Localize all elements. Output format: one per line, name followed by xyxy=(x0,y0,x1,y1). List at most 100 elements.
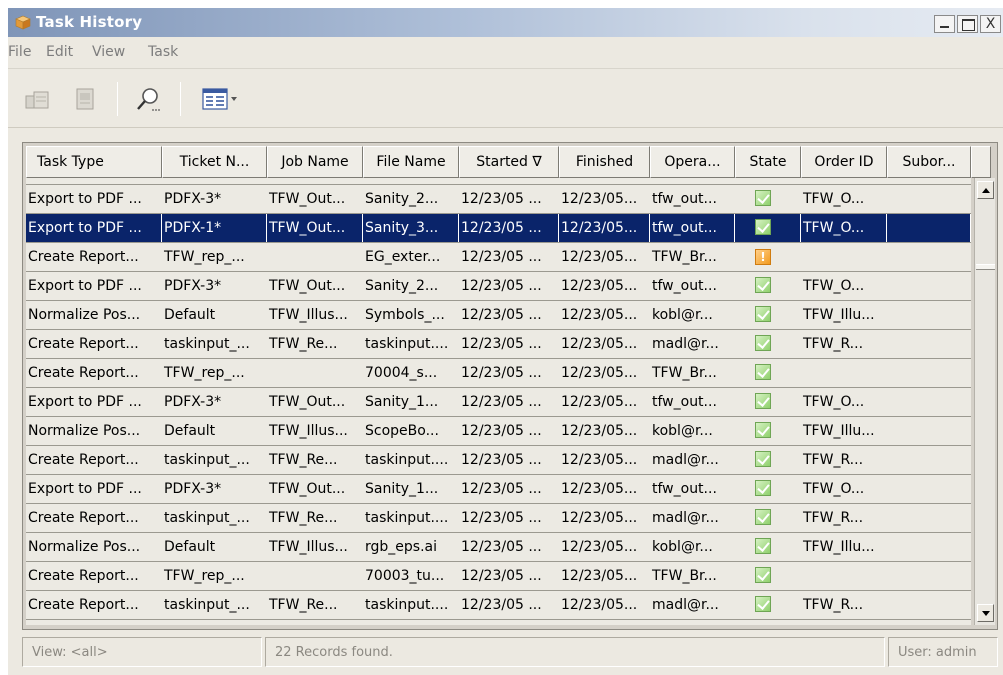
cell-subordinate xyxy=(887,330,971,358)
cell-state xyxy=(735,185,801,213)
cell-started: 12/23/05 ... xyxy=(461,249,542,265)
cell-task-type: Normalize Pos... xyxy=(28,307,141,323)
table-row[interactable]: Normalize Pos... Default TFW_Illus... Symbo… xyxy=(26,301,971,330)
cell-started: 12/23/05 ... xyxy=(461,597,542,613)
cell-job-name: TFW_Illus... xyxy=(267,620,363,625)
cell-ticket-name: Default xyxy=(164,423,216,439)
cell-state xyxy=(735,475,801,503)
table-row[interactable]: Normalize Pos... Default TFW_Illus... Scope… xyxy=(26,417,971,446)
menu-edit[interactable]: Edit xyxy=(46,44,73,60)
cell-order-id: TFW_O... xyxy=(801,214,887,242)
status-record-count: 22 Records found. xyxy=(265,637,885,667)
state-warning-icon: ! xyxy=(755,249,771,265)
cell-started: 12/23/05 ... xyxy=(461,307,542,323)
cell-operator: tfw_out... xyxy=(652,191,717,207)
find-icon[interactable] xyxy=(133,84,163,114)
cell-operator: tfw_out... xyxy=(650,214,735,242)
table-row[interactable]: Create Report... taskinput_... TFW_Re... ta… xyxy=(26,504,971,533)
scroll-up-arrow-icon[interactable] xyxy=(977,181,994,199)
cell-state xyxy=(735,301,801,329)
cell-ticket-name: taskinput_... xyxy=(164,510,250,526)
report-icon[interactable] xyxy=(70,84,100,114)
menu-file[interactable]: File xyxy=(8,44,31,60)
cell-subordinate xyxy=(887,301,971,329)
table-row[interactable]: Create Report... TFW_rep_... EG_exter... 12… xyxy=(26,243,971,272)
cell-subordinate xyxy=(887,446,971,474)
cell-subordinate xyxy=(887,243,971,271)
table-row[interactable]: Normalize Pos...DefaultTFW_Illus...Opaci… xyxy=(26,620,971,625)
cell-file-name: Sanity_2... xyxy=(365,191,439,207)
menu-task[interactable]: Task xyxy=(148,44,178,60)
column-header-subordinate[interactable]: Subor... xyxy=(887,146,971,178)
cell-state: ! xyxy=(735,243,801,271)
table-row[interactable]: Normalize Pos... Default TFW_Illus... rgb_e… xyxy=(26,533,971,562)
column-header-finished[interactable]: Finished xyxy=(559,146,650,178)
column-header-operator[interactable]: Opera... xyxy=(650,146,735,178)
window-title: Task History xyxy=(36,13,143,31)
minimize-button[interactable] xyxy=(934,15,955,33)
cell-operator: kobl@r... xyxy=(650,620,735,625)
cell-task-type: Create Report... xyxy=(28,452,139,468)
cell-task-type: Create Report... xyxy=(28,597,139,613)
cell-subordinate xyxy=(887,533,971,561)
cell-file-name: taskinput.... xyxy=(365,452,449,468)
table-row[interactable]: Export to PDF ... PDFX-3* TFW_Out... Sanity… xyxy=(26,475,971,504)
column-layout-icon[interactable] xyxy=(200,84,246,114)
cell-order-id xyxy=(801,562,887,590)
column-header-job-name[interactable]: Job Name xyxy=(267,146,363,178)
table-row[interactable]: Export to PDF ... PDFX-3* TFW_Out... Sanity… xyxy=(26,272,971,301)
table-row[interactable]: Create Report... taskinput_... TFW_Re... ta… xyxy=(26,446,971,475)
state-ok-icon xyxy=(755,335,771,351)
state-ok-icon xyxy=(755,509,771,525)
cell-state xyxy=(735,417,801,445)
table-row[interactable]: Export to PDF ... PDFX-3* TFW_Out... Sanity… xyxy=(26,185,971,214)
cell-started: 12/23/05 ... xyxy=(461,423,542,439)
table-row[interactable]: Export to PDF ... PDFX-1* TFW_Out... Sanity… xyxy=(26,214,971,243)
table-row[interactable]: Create Report... TFW_rep_... 70003_tu... 12… xyxy=(26,562,971,591)
cell-operator: TFW_Br... xyxy=(652,249,717,265)
column-header-ticket-name[interactable]: Ticket N... xyxy=(162,146,267,178)
column-header-state[interactable]: State xyxy=(735,146,801,178)
export-icon[interactable] xyxy=(22,84,52,114)
status-user: User: admin xyxy=(888,637,998,667)
cell-subordinate xyxy=(887,620,971,625)
cell-operator: kobl@r... xyxy=(652,539,713,555)
table-row[interactable]: Create Report... taskinput_... TFW_Re... ta… xyxy=(26,591,971,620)
column-header-started[interactable]: Started ∇ xyxy=(459,146,559,178)
cell-finished: 12/23/05... xyxy=(561,394,638,410)
column-header-task-type[interactable]: Task Type xyxy=(26,146,162,178)
cell-ticket-name: TFW_rep_... xyxy=(164,249,245,265)
cell-state xyxy=(735,504,801,532)
cell-state xyxy=(735,388,801,416)
cell-task-type: Export to PDF ... xyxy=(28,191,142,207)
cell-task-type: Export to PDF ... xyxy=(28,481,142,497)
table-row[interactable]: Create Report... taskinput_... TFW_Re... ta… xyxy=(26,330,971,359)
table-row[interactable]: Create Report... TFW_rep_... 70004_s... 12/… xyxy=(26,359,971,388)
maximize-button[interactable] xyxy=(957,15,978,33)
cell-job-name: TFW_Out... xyxy=(267,214,363,242)
cell-state xyxy=(735,330,801,358)
cell-file-name: Sanity_1... xyxy=(365,481,439,497)
column-header-file-name[interactable]: File Name xyxy=(363,146,459,178)
toolbar xyxy=(8,70,1003,128)
title-bar[interactable]: Task History X xyxy=(8,8,1003,37)
cell-operator: tfw_out... xyxy=(652,394,717,410)
table-row[interactable]: Export to PDF ... PDFX-3* TFW_Out... Sanity… xyxy=(26,388,971,417)
scroll-down-arrow-icon[interactable] xyxy=(977,604,994,622)
cell-started: 12/23/05 ... xyxy=(461,510,542,526)
vertical-scrollbar[interactable] xyxy=(974,178,995,625)
cell-finished: 12/23/05... xyxy=(561,510,638,526)
close-button[interactable]: X xyxy=(980,15,1001,33)
cell-order-id: TFW_R... xyxy=(803,336,864,352)
cell-subordinate xyxy=(887,214,971,242)
table-body[interactable]: Export to PDF ... PDFX-3* TFW_Out... Sanity… xyxy=(26,178,971,625)
cell-operator: tfw_out... xyxy=(652,481,717,497)
menu-bar: File Edit View Task xyxy=(8,37,1003,69)
cell-file-name: Symbols_... xyxy=(365,307,445,323)
cell-subordinate xyxy=(887,417,971,445)
cell-file-name: ScopeBo... xyxy=(365,423,439,439)
menu-view[interactable]: View xyxy=(92,44,125,60)
cell-task-type: Export to PDF ... xyxy=(26,214,162,242)
scroll-thumb[interactable] xyxy=(976,264,995,270)
column-header-order-id[interactable]: Order ID xyxy=(801,146,887,178)
